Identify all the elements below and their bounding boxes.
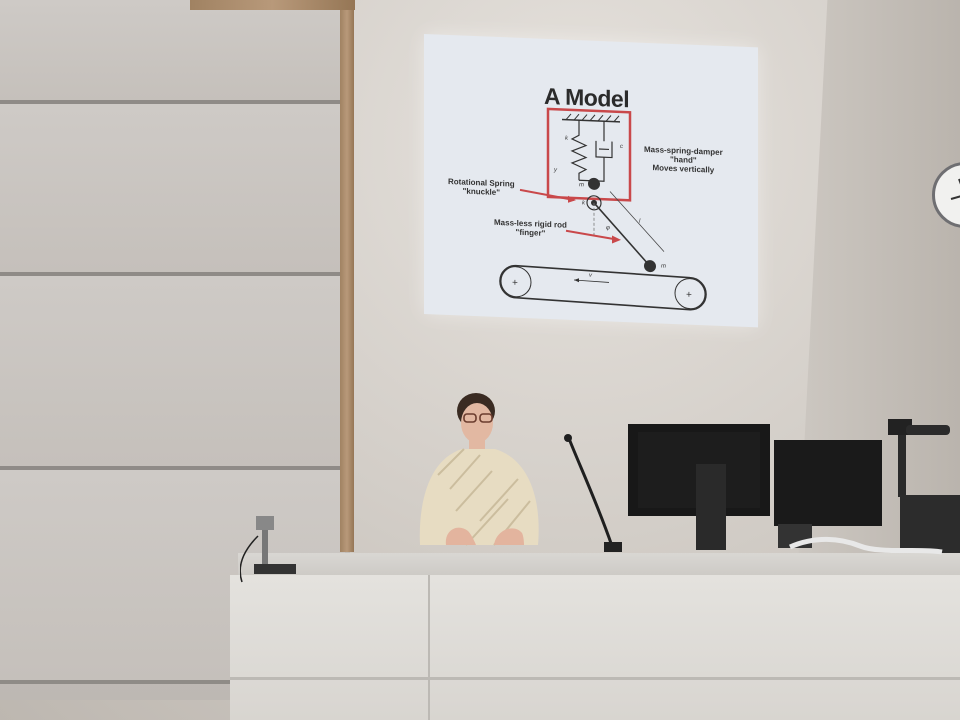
slide-label-rod: Mass-less rigid rod "finger" bbox=[494, 217, 567, 238]
symbol-y: y bbox=[553, 167, 558, 173]
webcam-icon bbox=[240, 516, 296, 583]
symbol-mf: m bbox=[661, 264, 666, 270]
lectern-front bbox=[230, 575, 960, 720]
slide-label-msd: Mass-spring-damper "hand" Moves vertical… bbox=[644, 144, 723, 175]
symbol-vb: v bbox=[589, 273, 593, 279]
presenter bbox=[419, 393, 539, 546]
rod-arrow bbox=[565, 229, 619, 241]
monitor-stand bbox=[696, 464, 726, 550]
wood-trim-vertical bbox=[340, 0, 354, 552]
conveyor-belt bbox=[499, 264, 707, 311]
finger-mass-icon bbox=[644, 260, 656, 273]
wood-trim-top bbox=[190, 0, 355, 10]
svg-text:+: + bbox=[512, 278, 518, 289]
projected-slide: A Model + + k c y m k l φ m v Mass-sprin… bbox=[424, 34, 758, 328]
svg-text:+: + bbox=[686, 290, 692, 301]
monitors bbox=[628, 424, 943, 555]
whiteboard-panel bbox=[0, 276, 345, 470]
gooseneck-microphone-icon bbox=[564, 434, 622, 552]
hand-mass-icon bbox=[588, 177, 600, 190]
symbol-kf: k bbox=[582, 200, 586, 206]
whiteboard-panel bbox=[0, 0, 345, 104]
spring-icon bbox=[570, 120, 588, 181]
symbol-c: c bbox=[620, 144, 623, 150]
finger-rod bbox=[593, 202, 650, 266]
symbol-phi: φ bbox=[606, 225, 610, 231]
symbol-l: l bbox=[639, 219, 641, 225]
slide-label-rotational: Rotational Spring "knuckle" bbox=[448, 176, 515, 198]
damper-link bbox=[579, 157, 605, 182]
symbol-mh: m bbox=[579, 182, 584, 188]
white-cable bbox=[788, 536, 943, 555]
symbol-k: k bbox=[565, 136, 569, 142]
lecture-room-photo: A Model + + k c y m k l φ m v Mass-sprin… bbox=[0, 0, 960, 720]
belt-velocity-arrow bbox=[573, 279, 610, 283]
presenter-face bbox=[461, 403, 493, 443]
wall-clock-icon bbox=[932, 162, 960, 228]
rod-length-marker bbox=[609, 191, 665, 252]
monitor-right bbox=[774, 440, 882, 526]
whiteboard-panel bbox=[0, 104, 345, 276]
